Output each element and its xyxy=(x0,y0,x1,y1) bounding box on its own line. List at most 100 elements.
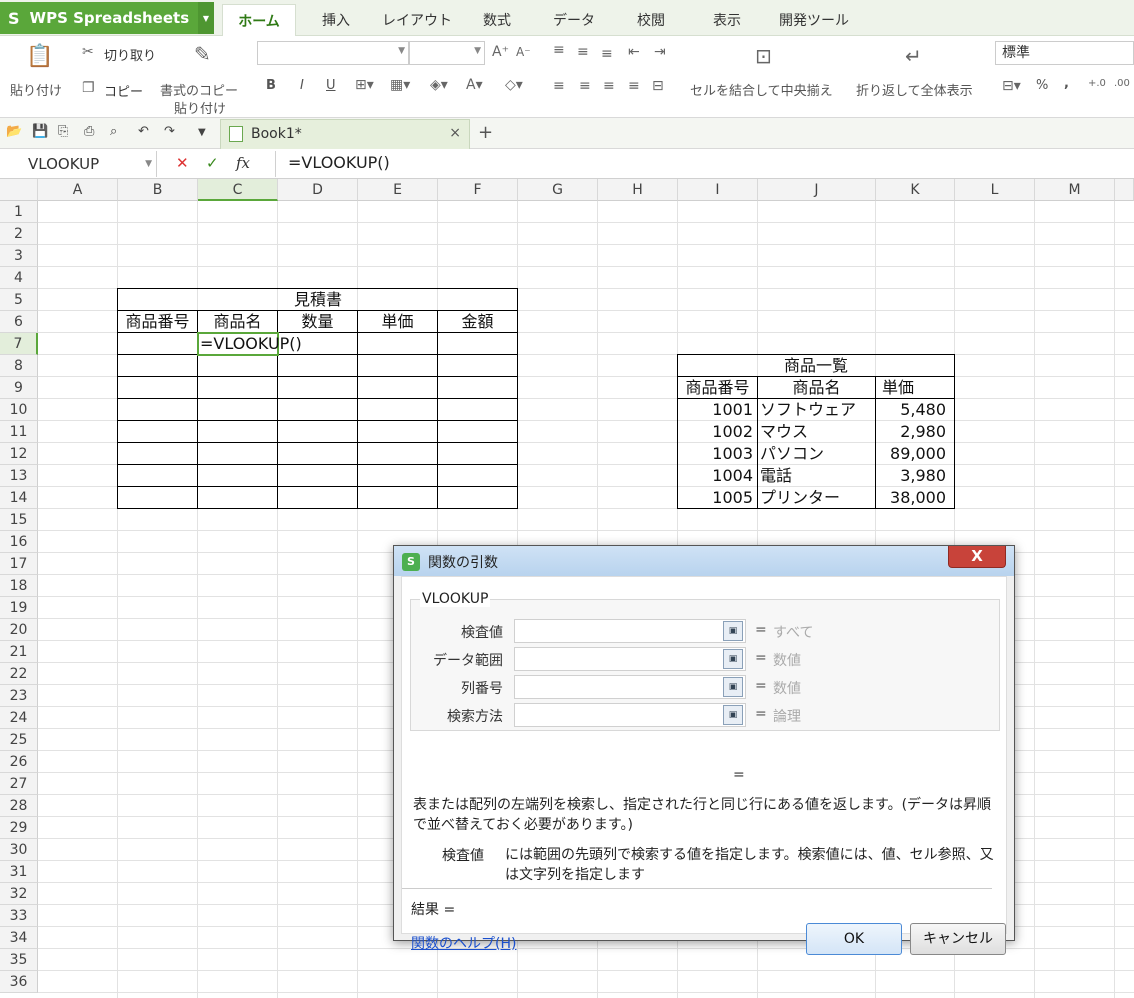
dialog-close-button[interactable]: X xyxy=(948,546,1006,568)
estimate-header-cell[interactable]: 商品名 xyxy=(198,311,277,333)
increase-indent-icon[interactable]: ⇥ xyxy=(654,44,666,60)
tab-review[interactable]: 校閲 xyxy=(620,4,682,36)
undo-icon[interactable]: ↶ xyxy=(138,124,149,139)
paste-button[interactable]: 貼り付け xyxy=(10,80,62,99)
row-header[interactable]: 35 xyxy=(0,949,38,971)
wrap-text-icon[interactable]: ↵ xyxy=(905,44,922,68)
active-cell-c7[interactable]: =VLOOKUP() xyxy=(198,333,302,355)
open-folder-icon[interactable]: 📂 xyxy=(6,124,22,139)
row-header[interactable]: 16 xyxy=(0,531,38,553)
product-header-cell[interactable]: 単価 xyxy=(876,377,954,399)
row-header[interactable]: 12 xyxy=(0,443,38,465)
ok-button[interactable]: OK xyxy=(806,923,902,955)
scissors-icon[interactable]: ✂ xyxy=(82,44,94,60)
row-header[interactable]: 14 xyxy=(0,487,38,509)
product-price-cell[interactable]: 3,980 xyxy=(876,465,954,487)
row-header[interactable]: 22 xyxy=(0,663,38,685)
percent-button[interactable]: % xyxy=(1036,78,1048,93)
print-preview-icon[interactable]: ⌕ xyxy=(110,124,117,139)
row-header[interactable]: 6 xyxy=(0,311,38,333)
row-header[interactable]: 4 xyxy=(0,267,38,289)
row-header[interactable]: 30 xyxy=(0,839,38,861)
align-right-icon[interactable]: ≡ xyxy=(603,78,615,94)
arg-input-col-index[interactable] xyxy=(514,675,746,699)
estimate-header-cell[interactable]: 数量 xyxy=(278,311,357,333)
row-header[interactable]: 15 xyxy=(0,509,38,531)
format-painter-label-2[interactable]: 貼り付け xyxy=(174,98,226,117)
row-header[interactable]: 26 xyxy=(0,751,38,773)
merge-center-button[interactable]: セルを結合して中央揃え xyxy=(690,80,833,99)
range-select-icon[interactable]: ▣ xyxy=(723,677,743,697)
product-header-cell[interactable]: 商品番号 xyxy=(678,377,757,399)
border-icon[interactable]: ⊞▾ xyxy=(355,77,374,93)
column-header-e[interactable]: E xyxy=(358,179,438,201)
column-header-f[interactable]: F xyxy=(438,179,518,201)
function-help-link[interactable]: 関数のヘルプ(H) xyxy=(411,933,516,953)
row-header[interactable]: 9 xyxy=(0,377,38,399)
row-header[interactable]: 18 xyxy=(0,575,38,597)
row-header[interactable]: 13 xyxy=(0,465,38,487)
row-header[interactable]: 24 xyxy=(0,707,38,729)
tab-home[interactable]: ホーム xyxy=(222,4,296,36)
product-title[interactable]: 商品一覧 xyxy=(678,355,954,377)
document-tab[interactable]: Book1* × xyxy=(220,119,470,149)
copy-button[interactable]: コピー xyxy=(104,81,143,100)
merge-cells-icon[interactable]: ⊡ xyxy=(755,44,772,68)
row-header[interactable]: 7 xyxy=(0,333,38,355)
font-shrink-icon[interactable]: A⁻ xyxy=(516,45,531,59)
clipboard-icon[interactable]: 📋 xyxy=(26,44,53,69)
product-name-cell[interactable]: 電話 xyxy=(758,465,875,487)
tab-insert[interactable]: 挿入 xyxy=(304,4,368,36)
arg-input-range-lookup[interactable] xyxy=(514,703,746,727)
chevron-down-icon[interactable]: ▼ xyxy=(145,151,152,177)
align-bottom-icon[interactable]: ≡ xyxy=(601,46,613,62)
row-header[interactable]: 5 xyxy=(0,289,38,311)
row-header[interactable]: 23 xyxy=(0,685,38,707)
product-price-cell[interactable]: 89,000 xyxy=(876,443,954,465)
product-id-cell[interactable]: 1003 xyxy=(678,443,757,465)
product-name-cell[interactable]: プリンター xyxy=(758,487,875,509)
insert-function-icon[interactable]: fx xyxy=(236,154,250,172)
row-header[interactable]: 2 xyxy=(0,223,38,245)
row-header[interactable]: 10 xyxy=(0,399,38,421)
estimate-header-cell[interactable]: 金額 xyxy=(438,311,517,333)
row-header[interactable]: 3 xyxy=(0,245,38,267)
confirm-edit-icon[interactable]: ✓ xyxy=(206,154,219,172)
row-header[interactable]: 33 xyxy=(0,905,38,927)
close-icon[interactable]: × xyxy=(449,125,461,141)
row-header[interactable]: 31 xyxy=(0,861,38,883)
product-id-cell[interactable]: 1005 xyxy=(678,487,757,509)
tab-formulas[interactable]: 数式 xyxy=(466,4,528,36)
row-header[interactable]: 28 xyxy=(0,795,38,817)
export-icon[interactable]: ⎘ xyxy=(58,124,68,139)
arg-input-lookup-value[interactable] xyxy=(514,619,746,643)
tab-developer[interactable]: 開発ツール xyxy=(772,4,856,36)
chevron-down-icon[interactable]: ▼ xyxy=(198,2,214,34)
tab-data[interactable]: データ xyxy=(540,4,608,36)
product-id-cell[interactable]: 1002 xyxy=(678,421,757,443)
decrease-indent-icon[interactable]: ⇤ xyxy=(628,44,640,60)
product-id-cell[interactable]: 1001 xyxy=(678,399,757,421)
column-header-i[interactable]: I xyxy=(678,179,758,201)
copy-icon[interactable]: ❐ xyxy=(82,80,95,96)
row-header[interactable]: 8 xyxy=(0,355,38,377)
cell-style-icon[interactable]: ▦▾ xyxy=(390,77,410,93)
column-header-d[interactable]: D xyxy=(278,179,358,201)
italic-button[interactable]: I xyxy=(300,78,304,93)
bold-button[interactable]: B xyxy=(266,78,276,93)
wrap-text-button[interactable]: 折り返して全体表示 xyxy=(856,80,973,99)
tab-layout[interactable]: レイアウト xyxy=(378,4,456,36)
column-header-h[interactable]: H xyxy=(598,179,678,201)
align-left-icon[interactable]: ≡ xyxy=(553,78,565,94)
distributed-icon[interactable]: ⊟ xyxy=(652,78,664,94)
fill-color-icon[interactable]: ◈▾ xyxy=(430,77,448,93)
font-name-combo[interactable]: ▼ xyxy=(257,41,409,65)
row-header[interactable]: 11 xyxy=(0,421,38,443)
justify-icon[interactable]: ≡ xyxy=(628,78,640,94)
arg-input-table-array[interactable] xyxy=(514,647,746,671)
product-price-cell[interactable]: 2,980 xyxy=(876,421,954,443)
align-middle-icon[interactable]: ≡ xyxy=(577,44,589,60)
column-header-m[interactable]: M xyxy=(1035,179,1115,201)
range-select-icon[interactable]: ▣ xyxy=(723,705,743,725)
comma-button[interactable]: , xyxy=(1064,76,1069,91)
